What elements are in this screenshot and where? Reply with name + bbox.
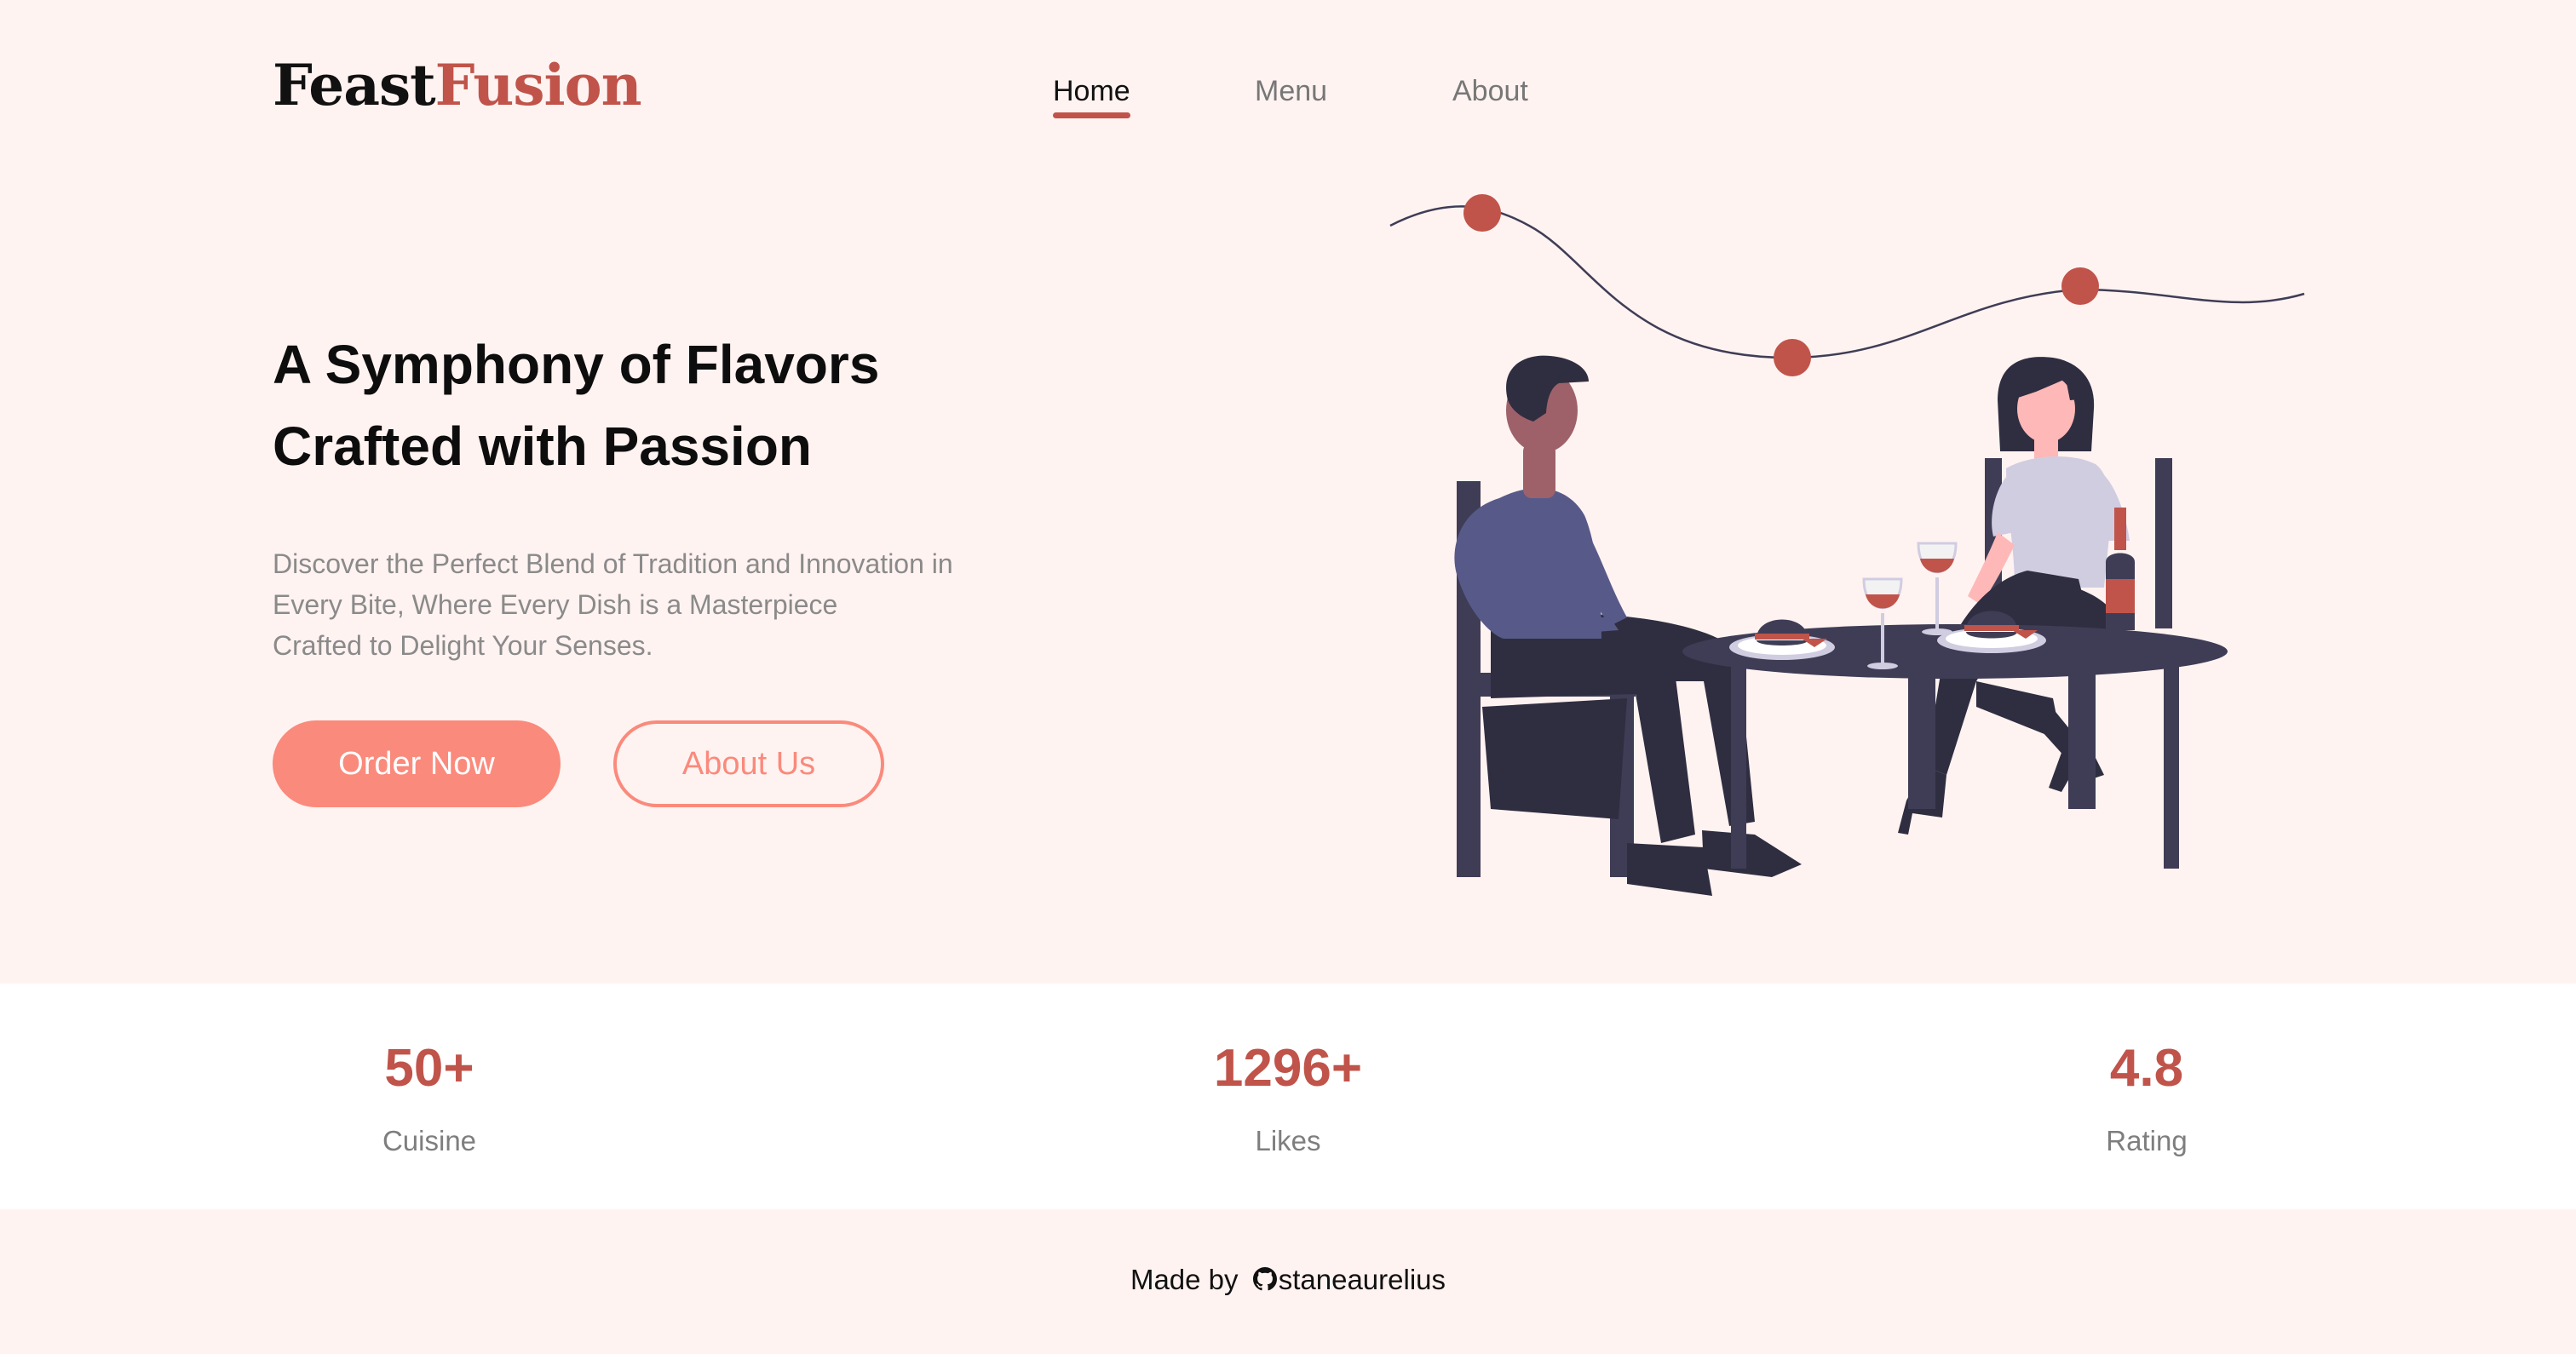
logo-part-fusion: Fusion xyxy=(434,52,642,118)
nav-home-label: Home xyxy=(1053,75,1130,107)
nav-menu[interactable]: Menu xyxy=(1255,70,1327,112)
hero-title-line-1: A Symphony of Flavors xyxy=(273,334,880,395)
hero-title-line-2: Crafted with Passion xyxy=(273,416,812,477)
light-bulb xyxy=(1463,194,1501,232)
hero-desc-line-3: Crafted to Delight Your Senses. xyxy=(273,630,653,661)
stat-label: Likes xyxy=(1255,1125,1321,1156)
site-footer: Made by staneaurelius xyxy=(0,1259,2576,1301)
hero-desc-line-1: Discover the Perfect Blend of Tradition … xyxy=(273,548,953,579)
woman-chair-back xyxy=(2155,458,2172,628)
wine-glass xyxy=(1917,542,1958,635)
stat-value: 50+ xyxy=(384,1039,474,1098)
nav-home[interactable]: Home xyxy=(1053,70,1130,118)
light-bulb xyxy=(2061,267,2099,305)
about-us-button[interactable]: About Us xyxy=(613,720,884,807)
dining-couple-illustration xyxy=(1389,194,2305,896)
logo-part-feast: Feast xyxy=(273,52,436,118)
site-header: FeastFusion Home Menu About xyxy=(0,0,2576,170)
stat-value: 1296+ xyxy=(1213,1039,1363,1098)
hero-description: Discover the Perfect Blend of Tradition … xyxy=(273,543,953,666)
string-lights-wire xyxy=(1389,205,2305,359)
stat-label: Cuisine xyxy=(382,1125,477,1156)
stat-label: Rating xyxy=(2106,1125,2188,1156)
hero-title: A Symphony of Flavors Crafted with Passi… xyxy=(273,324,879,487)
stat-cuisine: 50+ Cuisine xyxy=(259,1035,600,1162)
nav-menu-label: Menu xyxy=(1255,75,1328,107)
brand-logo[interactable]: FeastFusion xyxy=(273,49,642,121)
author-name: staneaurelius xyxy=(1278,1264,1446,1295)
footer-prefix: Made by xyxy=(1130,1264,1239,1295)
stat-rating: 4.8 Rating xyxy=(1976,1035,2317,1162)
github-icon xyxy=(1252,1267,1277,1291)
hero-desc-line-2: Every Bite, Where Every Dish is a Master… xyxy=(273,589,838,620)
author-link[interactable]: staneaurelius xyxy=(1246,1264,1446,1295)
nav-active-underline xyxy=(1053,112,1130,118)
stats-section: 50+ Cuisine 1296+ Likes 4.8 Rating xyxy=(0,984,2576,1209)
nav-about[interactable]: About xyxy=(1452,70,1528,112)
stat-likes: 1296+ Likes xyxy=(1118,1035,1458,1162)
nav-about-label: About xyxy=(1452,75,1528,107)
plate-left xyxy=(1729,619,1835,660)
light-bulb xyxy=(1774,339,1811,376)
order-now-button[interactable]: Order Now xyxy=(273,720,561,807)
stat-value: 4.8 xyxy=(2109,1039,2184,1098)
